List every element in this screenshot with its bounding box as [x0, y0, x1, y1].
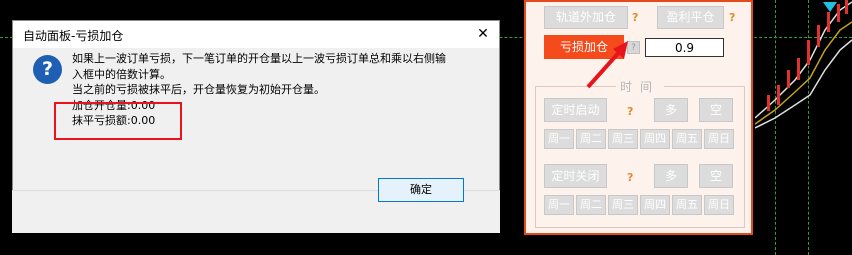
candle [827, 12, 830, 32]
question-icon: ? [33, 55, 62, 84]
candle [777, 85, 780, 105]
help-icon[interactable]: ? [627, 171, 633, 184]
arrow-shaft [586, 47, 624, 89]
candle [845, 0, 848, 14]
weekday-wed-stop[interactable]: 周三 [608, 195, 638, 215]
weekday-mon-stop[interactable]: 周一 [544, 195, 574, 215]
candle [807, 40, 810, 65]
candle [767, 95, 770, 111]
timer-start-short-button[interactable]: 空 [699, 98, 733, 122]
close-icon[interactable]: ✕ [467, 21, 499, 48]
candle [797, 58, 800, 80]
weekday-sun-start[interactable]: 周日 [704, 129, 734, 149]
timer-start-long-button[interactable]: 多 [654, 98, 688, 122]
profit-close-button[interactable]: 盈利平仓 [657, 6, 724, 29]
weekday-sun-stop[interactable]: 周日 [704, 195, 734, 215]
weekday-fri-stop[interactable]: 周五 [672, 195, 702, 215]
message-line: 如果上一波订单亏损，下一笔订单的开仓量以上一波亏损订单总和乘以右侧输 [72, 52, 446, 65]
candle [817, 25, 820, 47]
weekday-mon-start[interactable]: 周一 [544, 129, 574, 149]
weekday-fri-start[interactable]: 周五 [672, 129, 702, 149]
timer-start-button[interactable]: 定时启动 [544, 98, 607, 122]
multiplier-input[interactable] [645, 38, 724, 57]
weekday-thu-start[interactable]: 周四 [640, 129, 670, 149]
help-icon[interactable]: ? [632, 11, 638, 24]
annotation-highlight-box [54, 102, 182, 140]
price-chart [755, 0, 852, 129]
dialog-titlebar[interactable]: 自动面板-亏损加仓 ✕ [13, 21, 499, 48]
dialog-title: 自动面板-亏损加仓 [23, 29, 124, 43]
candle [787, 70, 790, 88]
weekday-thu-stop[interactable]: 周四 [640, 195, 670, 215]
ok-button[interactable]: 确定 [378, 178, 464, 202]
timer-stop-long-button[interactable]: 多 [654, 164, 688, 188]
candle [837, 4, 840, 22]
track-outside-add-button[interactable]: 轨道外加仓 [544, 6, 628, 29]
help-icon[interactable]: ? [627, 105, 633, 118]
auto-panel: 轨道外加仓 ? 盈利平仓 ? 亏损加仓 ? 时间 定时启动 ? 多 空 周一 周… [524, 0, 753, 235]
help-icon[interactable]: ? [729, 11, 735, 24]
annotation-arrow [586, 41, 628, 89]
chart-marker-icon [823, 2, 837, 12]
timer-stop-short-button[interactable]: 空 [699, 164, 733, 188]
message-line: 当之前的亏损被抹平后，开仓量恢复为初始开仓量。 [72, 83, 325, 96]
weekday-tue-stop[interactable]: 周二 [576, 195, 606, 215]
timer-stop-button[interactable]: 定时关闭 [544, 164, 607, 188]
weekday-tue-start[interactable]: 周二 [576, 129, 606, 149]
message-line: 入框中的倍数计算。 [72, 67, 171, 81]
weekday-wed-start[interactable]: 周三 [608, 129, 638, 149]
